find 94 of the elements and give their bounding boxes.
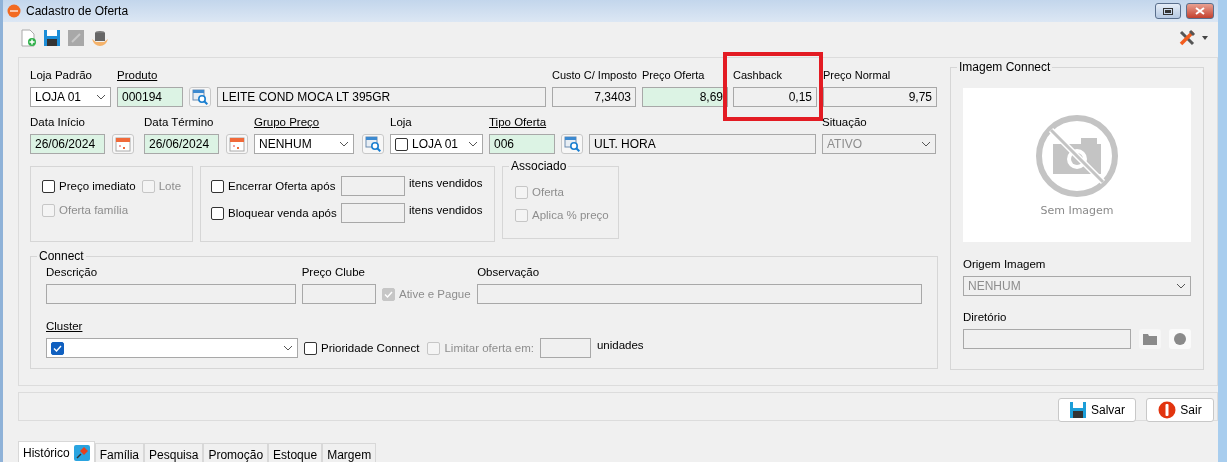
- field-label: Preço Oferta: [642, 68, 705, 82]
- offer-type-description-field: ULT. HORA: [589, 134, 816, 154]
- chevron-down-icon: [339, 141, 349, 147]
- price-field[interactable]: 8,69: [642, 87, 728, 107]
- save-button[interactable]: Salvar: [1058, 397, 1136, 422]
- tab[interactable]: Margem: [322, 443, 377, 462]
- folder-icon: [1143, 333, 1157, 345]
- field-label: Observação: [477, 265, 540, 279]
- checkbox[interactable]: Preço imediato: [42, 179, 136, 193]
- search-icon: [564, 136, 580, 152]
- checkbox[interactable]: Bloquear venda após: [211, 206, 337, 220]
- field-label: Preço Clube: [301, 265, 365, 279]
- field-label: Data Término: [144, 115, 214, 129]
- field-label: Descrição: [46, 265, 98, 279]
- new-document-icon[interactable]: [19, 29, 37, 47]
- date-field[interactable]: 26/06/2024: [144, 134, 219, 154]
- chevron-down-icon: [468, 141, 478, 147]
- field-link[interactable]: Tipo Oferta: [489, 115, 547, 129]
- tab[interactable]: Pesquisa: [144, 443, 204, 462]
- checkbox[interactable]: Encerrar Oferta após: [211, 179, 337, 193]
- database-hands-icon[interactable]: [91, 29, 109, 47]
- date-field[interactable]: 26/06/2024: [30, 134, 105, 154]
- field-label: Data Início: [30, 115, 85, 129]
- no-camera-icon: [1035, 113, 1119, 198]
- search-icon: [365, 136, 381, 152]
- group-title: Associado: [509, 159, 569, 173]
- calendar-icon: [115, 136, 131, 152]
- power-icon: [1158, 400, 1177, 419]
- limit-field: [539, 338, 591, 358]
- field-label: Custo C/ Imposto: [552, 68, 637, 82]
- tab[interactable]: Estoque: [268, 443, 323, 462]
- close-icon: [1195, 7, 1205, 15]
- group-title: Imagem Connect: [957, 60, 1053, 74]
- unit-label: unidades: [596, 338, 644, 352]
- window-title: Cadastro de Oferta: [26, 4, 130, 18]
- field-label: Preço Normal: [823, 68, 891, 82]
- calendar-button[interactable]: [112, 134, 134, 154]
- field-link[interactable]: Produto: [117, 68, 158, 82]
- folder-button[interactable]: [1139, 329, 1161, 349]
- offer-type-code-field[interactable]: 006: [489, 134, 555, 154]
- search-button[interactable]: [189, 87, 211, 107]
- exit-button[interactable]: Sair: [1146, 397, 1214, 422]
- check-icon: [384, 290, 393, 298]
- field-label: Cashback: [733, 68, 782, 82]
- check-icon: [53, 344, 62, 352]
- dropdown-caret-icon[interactable]: [1202, 36, 1208, 40]
- chevron-down-icon: [283, 345, 293, 351]
- observation-field[interactable]: [477, 284, 922, 304]
- chevron-down-icon: [96, 94, 106, 100]
- cluster-select[interactable]: [46, 338, 298, 358]
- field-link[interactable]: Cluster: [46, 319, 83, 333]
- price-field: 7,3403: [552, 87, 636, 107]
- tab[interactable]: Promoção: [203, 443, 269, 462]
- unit-label: itens vendidos: [409, 176, 483, 190]
- save-icon[interactable]: [43, 29, 61, 47]
- club-price-field[interactable]: [301, 284, 376, 304]
- field-label: Situação: [822, 115, 867, 129]
- tab[interactable]: Histórico: [18, 441, 95, 462]
- price-field: 9,75: [823, 87, 937, 107]
- chevron-down-icon: [1176, 283, 1186, 289]
- store-select[interactable]: LOJA 01: [390, 134, 483, 154]
- field-label: Diretório: [963, 310, 1007, 324]
- quantity-field: [341, 176, 405, 196]
- info-icon: [1173, 332, 1187, 346]
- calendar-button[interactable]: [226, 134, 248, 154]
- maximize-button[interactable]: [1155, 3, 1181, 19]
- save-icon: [1069, 400, 1087, 419]
- tools-icon[interactable]: [1178, 29, 1196, 47]
- field-label: Origem Imagem: [963, 257, 1046, 271]
- product-description-field: LEITE COND MOCA LT 395GR: [217, 87, 546, 107]
- unit-label: itens vendidos: [409, 203, 483, 217]
- info-button[interactable]: [1169, 329, 1191, 349]
- chevron-down-icon: [921, 141, 931, 147]
- tab[interactable]: Família: [94, 443, 145, 462]
- store-select[interactable]: LOJA 01: [30, 87, 111, 107]
- description-field[interactable]: [46, 284, 296, 304]
- search-button[interactable]: [362, 134, 384, 154]
- field-label: Loja Padrão: [30, 68, 93, 82]
- close-button[interactable]: [1186, 3, 1214, 19]
- search-button[interactable]: [561, 134, 583, 154]
- checkbox[interactable]: Prioridade Connect: [304, 341, 420, 355]
- field-link[interactable]: Grupo Preço: [254, 115, 320, 129]
- app-logo-icon: [7, 4, 21, 18]
- field-label: Loja: [390, 115, 412, 129]
- maximize-icon: [1163, 7, 1173, 15]
- price-field: 0,15: [733, 87, 817, 107]
- price-group-select[interactable]: NENHUM: [254, 134, 354, 154]
- status-select: ATIVO: [822, 134, 936, 154]
- product-code-field[interactable]: 000194: [117, 87, 183, 107]
- empty-image-text: Sem Imagem: [1040, 203, 1114, 217]
- calendar-icon: [229, 136, 245, 152]
- group-title: Connect: [37, 249, 86, 263]
- quantity-field: [341, 203, 405, 223]
- search-icon: [192, 89, 208, 105]
